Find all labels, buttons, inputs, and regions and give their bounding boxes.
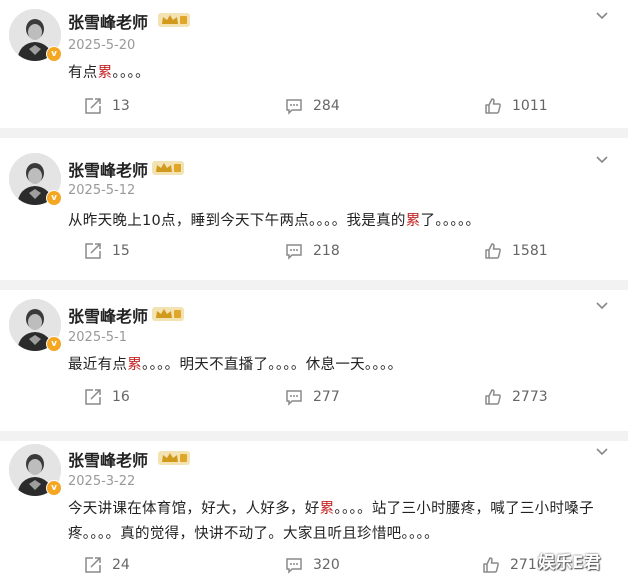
like-count: 1581 [512, 243, 548, 259]
like-button[interactable]: 1011 [484, 95, 548, 117]
post-date[interactable]: 2025-5-1 [68, 330, 127, 345]
crown-icon [158, 13, 190, 27]
repost-icon [85, 557, 101, 573]
comment-icon [286, 558, 302, 574]
verified-badge-icon: v [46, 46, 62, 62]
comment-icon [286, 99, 302, 115]
comment-icon [286, 390, 302, 406]
post-separator [0, 128, 628, 138]
highlight-text: 累 [127, 357, 143, 373]
highlight-text: 累 [405, 213, 421, 229]
comment-icon [286, 244, 302, 260]
like-button[interactable]: 2710 [482, 554, 546, 576]
crown-icon [152, 307, 184, 321]
author-name[interactable]: 张雪峰老师 [68, 157, 148, 181]
comment-button[interactable]: 218 [285, 240, 340, 262]
post-card: v 张雪峰老师 2025-5-1 最近有点累。。。。明天不直播了。。。。休息一天… [0, 290, 628, 431]
like-icon [483, 557, 499, 573]
post-separator [0, 280, 628, 290]
content-text: 最近有点 [68, 357, 128, 373]
weibo-feed: v 张雪峰老师 2025-5-20 有点累。。。。 13 284 1011 v … [0, 0, 628, 586]
chevron-down-icon[interactable] [594, 298, 610, 314]
comment-count: 320 [313, 557, 340, 573]
like-count: 1011 [512, 98, 548, 114]
author-name[interactable]: 张雪峰老师 [68, 447, 148, 471]
highlight-text: 累 [97, 65, 113, 81]
crown-icon [152, 161, 184, 175]
repost-button[interactable]: 15 [84, 240, 130, 262]
content-text: 有点 [68, 65, 98, 81]
post-content: 有点累。。。。 [68, 61, 616, 86]
like-button[interactable]: 1581 [484, 240, 548, 262]
verified-badge-icon: v [46, 336, 62, 352]
repost-count: 13 [112, 98, 130, 114]
content-text: 今天讲课在体育馆，好大，人好多，好 [68, 501, 320, 517]
post-card: v 张雪峰老师 2025-5-20 有点累。。。。 13 284 1011 [0, 0, 628, 128]
verified-badge-icon: v [46, 480, 62, 496]
chevron-down-icon[interactable] [594, 444, 610, 460]
like-icon [485, 243, 501, 259]
comment-button[interactable]: 320 [285, 554, 340, 576]
comment-button[interactable]: 277 [285, 386, 340, 408]
repost-icon [85, 243, 101, 259]
post-content: 今天讲课在体育馆，好大，人好多，好累。。。。站了三小时腰疼，喊了三小时嗓子疼。。… [68, 497, 616, 547]
crown-icon [158, 451, 190, 465]
author-name[interactable]: 张雪峰老师 [68, 9, 148, 33]
content-text: 。。。。明天不直播了。。。。休息一天。。。。 [142, 357, 403, 373]
like-button[interactable]: 2773 [484, 386, 548, 408]
repost-button[interactable]: 24 [84, 554, 130, 576]
chevron-down-icon[interactable] [594, 8, 610, 24]
comment-count: 284 [313, 98, 340, 114]
post-date[interactable]: 2025-5-12 [68, 183, 135, 198]
like-count: 2773 [512, 389, 548, 405]
repost-count: 24 [112, 557, 130, 573]
repost-button[interactable]: 16 [84, 386, 130, 408]
repost-button[interactable]: 13 [84, 95, 130, 117]
post-content: 从昨天晚上10点，睡到今天下午两点。。。。我是真的累了。。。。。 [68, 209, 616, 234]
watermark: 娱乐E君 [538, 553, 601, 573]
like-icon [485, 98, 501, 114]
post-date[interactable]: 2025-5-20 [68, 38, 135, 53]
repost-count: 15 [112, 243, 130, 259]
post-date[interactable]: 2025-3-22 [68, 474, 135, 489]
chevron-down-icon[interactable] [594, 152, 610, 168]
repost-icon [85, 98, 101, 114]
comment-count: 218 [313, 243, 340, 259]
comment-button[interactable]: 284 [285, 95, 340, 117]
verified-badge-icon: v [46, 190, 62, 206]
post-content: 最近有点累。。。。明天不直播了。。。。休息一天。。。。 [68, 353, 616, 378]
content-text: 。。。。 [112, 65, 150, 81]
repost-count: 16 [112, 389, 130, 405]
comment-count: 277 [313, 389, 340, 405]
like-icon [485, 389, 501, 405]
post-separator [0, 431, 628, 441]
author-name[interactable]: 张雪峰老师 [68, 303, 148, 327]
post-card: v 张雪峰老师 2025-5-12 从昨天晚上10点，睡到今天下午两点。。。。我… [0, 138, 628, 280]
post-card: v 张雪峰老师 2025-3-22 今天讲课在体育馆，好大，人好多，好累。。。。… [0, 441, 628, 586]
content-text: 从昨天晚上10点，睡到今天下午两点。。。。我是真的 [68, 213, 406, 229]
content-text: 了。。。。。 [420, 213, 481, 229]
highlight-text: 累 [319, 501, 335, 517]
repost-icon [85, 389, 101, 405]
